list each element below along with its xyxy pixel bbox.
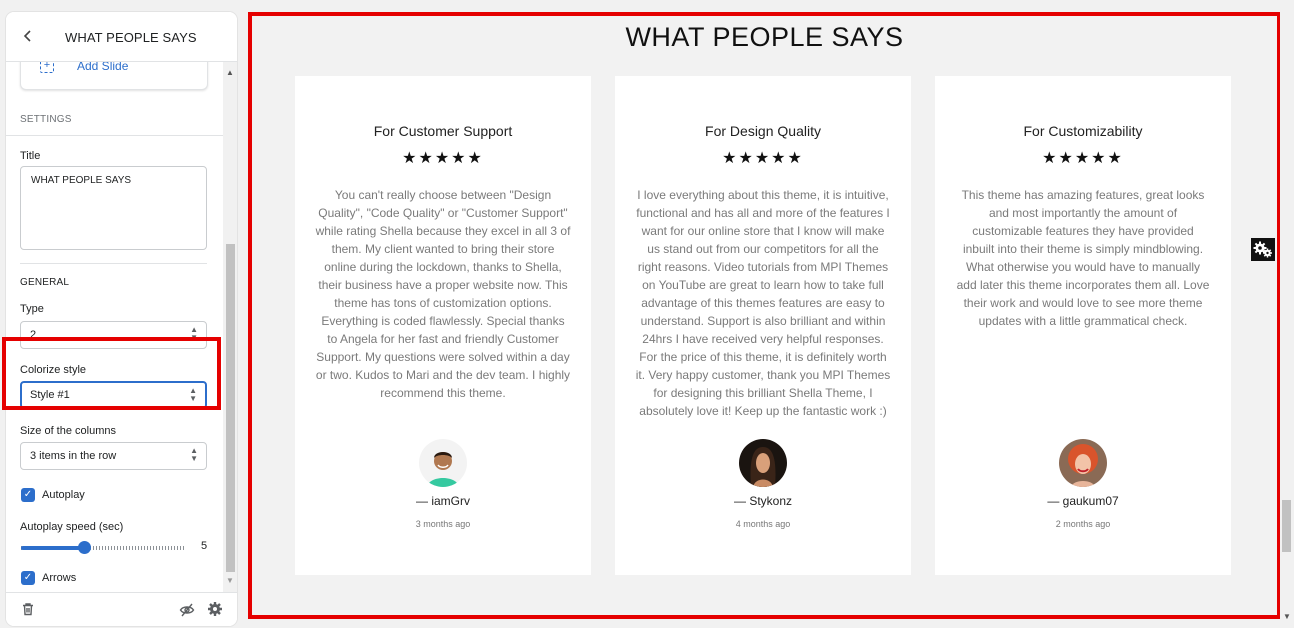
arrows-label: Arrows	[42, 572, 77, 584]
type-field-label: Type	[20, 303, 44, 315]
title-textarea[interactable]: WHAT PEOPLE SAYS	[20, 166, 207, 250]
divider	[6, 135, 223, 136]
add-slide-button[interactable]: + Add Slide	[20, 62, 208, 90]
section-settings-panel: WHAT PEOPLE SAYS + Add Slide SETTINGS Ti…	[6, 12, 237, 626]
settings-heading: SETTINGS	[20, 114, 72, 125]
floating-settings-button[interactable]	[1251, 238, 1275, 261]
page-scrollbar[interactable]: ▼	[1280, 0, 1294, 628]
panel-title: WHAT PEOPLE SAYS	[65, 30, 197, 45]
general-heading: GENERAL	[20, 277, 70, 288]
autoplay-speed-value: 5	[201, 540, 208, 552]
select-arrows-icon: ▲ ▼	[190, 446, 198, 463]
add-slide-label: Add Slide	[77, 62, 129, 73]
scroll-down-arrow-icon[interactable]: ▼	[1283, 612, 1291, 621]
autoplay-checkbox[interactable]: ✓	[21, 488, 35, 502]
columns-size-select[interactable]: 3 items in the row ▲ ▼	[20, 442, 207, 470]
title-field-label: Title	[20, 150, 41, 162]
divider	[20, 263, 207, 264]
highlight-box-colorize	[2, 337, 221, 410]
gears-icon	[1253, 241, 1272, 258]
highlight-box-preview	[248, 12, 1281, 619]
gear-icon[interactable]	[207, 601, 223, 617]
slider-thumb[interactable]	[77, 541, 91, 554]
eye-off-icon[interactable]	[179, 602, 195, 618]
chevron-left-icon	[23, 30, 31, 42]
add-slide-icon: +	[40, 62, 54, 73]
panel-body: + Add Slide SETTINGS Title WHAT PEOPLE S…	[6, 62, 223, 592]
panel-header: WHAT PEOPLE SAYS	[6, 12, 237, 62]
arrows-checkbox[interactable]: ✓	[21, 571, 35, 585]
autoplay-label: Autoplay	[42, 489, 85, 501]
page-scroll-thumb[interactable]	[1282, 500, 1291, 552]
scroll-down-arrow-icon[interactable]: ▼	[226, 576, 234, 585]
panel-footer	[6, 592, 237, 626]
columns-size-label: Size of the columns	[20, 425, 116, 437]
slider-fill	[21, 546, 84, 550]
panel-scrollbar[interactable]: ▲ ▼	[223, 62, 237, 592]
autoplay-speed-label: Autoplay speed (sec)	[20, 521, 124, 533]
panel-scroll-thumb[interactable]	[226, 244, 235, 572]
columns-size-value: 3 items in the row	[30, 450, 117, 462]
back-button[interactable]	[18, 26, 38, 46]
autoplay-speed-slider[interactable]	[21, 541, 186, 554]
trash-icon[interactable]	[21, 602, 35, 616]
scroll-up-arrow-icon[interactable]: ▲	[226, 68, 234, 77]
